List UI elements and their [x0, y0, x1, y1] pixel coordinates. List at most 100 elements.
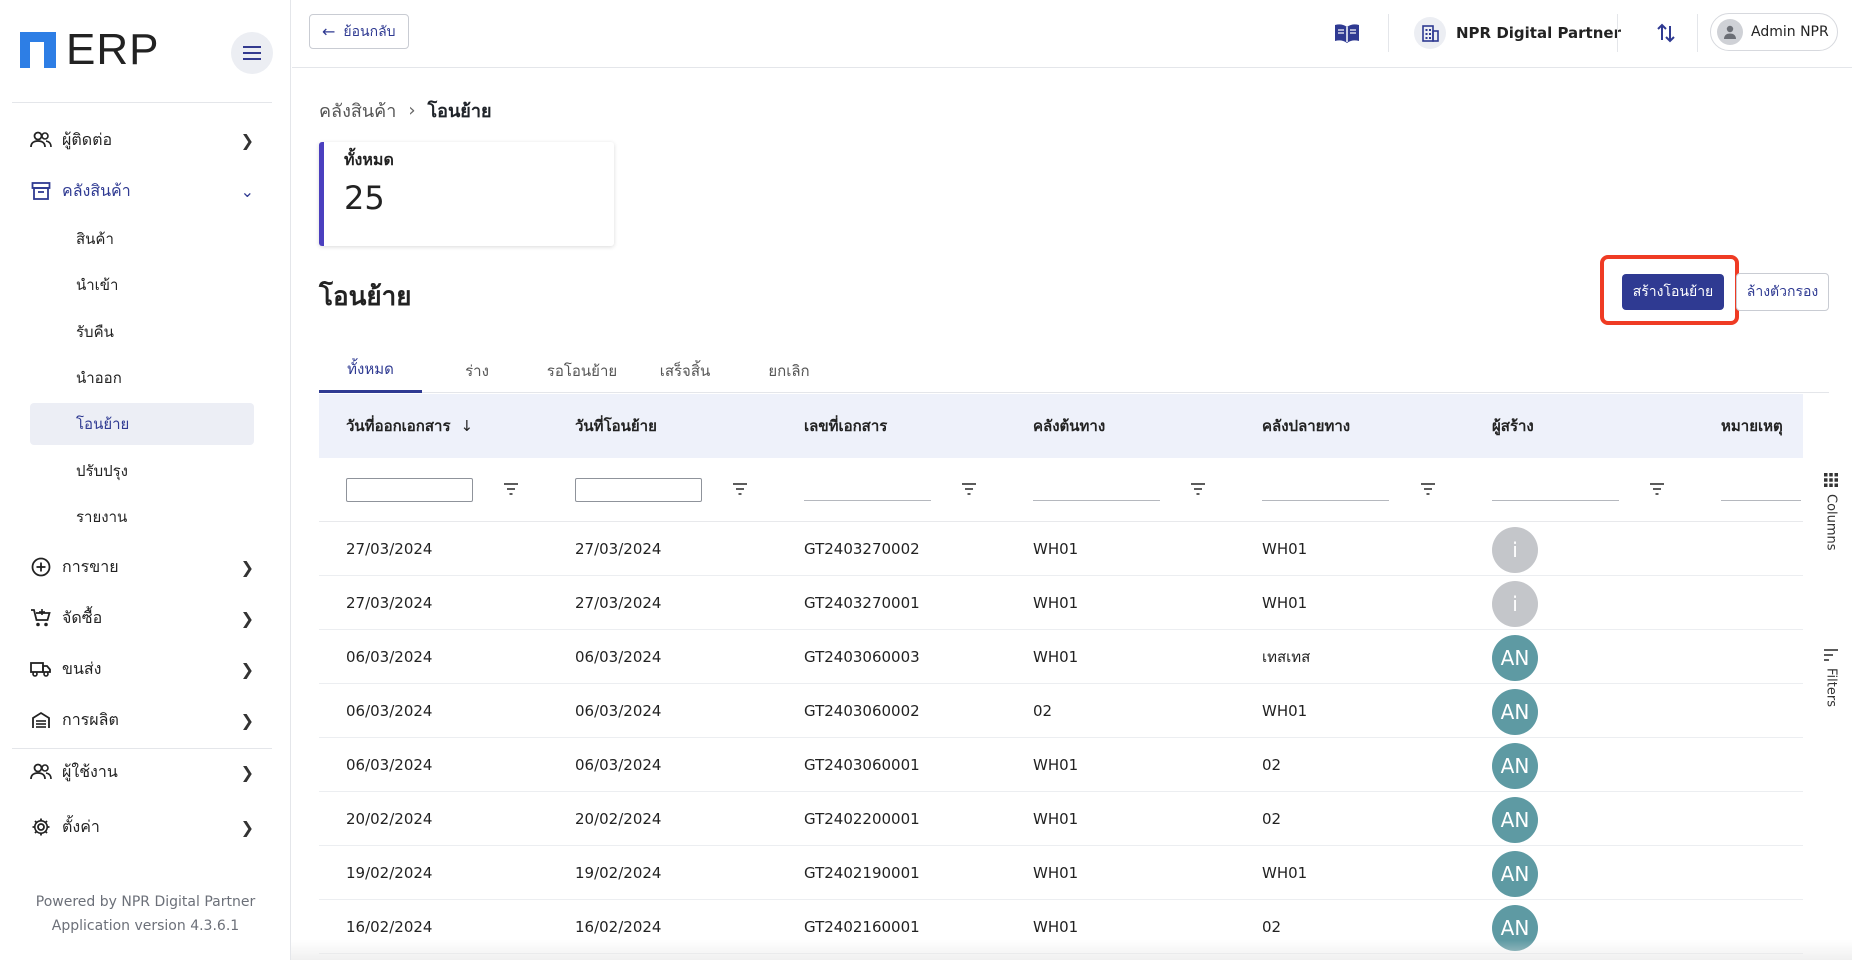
source-cell: WH01	[1033, 810, 1079, 828]
breadcrumb: คลังสินค้า › โอนย้าย	[319, 96, 492, 125]
clear-filter-button[interactable]: ล้างตัวกรอง	[1736, 273, 1829, 311]
chevron-right-icon: ❯	[240, 762, 254, 782]
column-header-doc-no[interactable]: เลขที่เอกสาร	[804, 394, 887, 458]
topbar-divider	[1697, 14, 1698, 52]
issue-date-cell: 06/03/2024	[346, 702, 433, 720]
table-row[interactable]: 06/03/2024 06/03/2024 GT2403060002 02 WH…	[319, 684, 1803, 738]
user-menu-button[interactable]: Admin NPR	[1710, 13, 1838, 51]
sidebar-subitem-products[interactable]: สินค้า	[30, 218, 254, 260]
swap-vertical-icon[interactable]	[1651, 18, 1681, 48]
app-logo[interactable]: ERP	[20, 28, 159, 72]
stat-value: 25	[344, 179, 385, 217]
destination-cell: WH01	[1262, 864, 1308, 882]
tab-cancelled[interactable]: ยกเลิก	[744, 348, 834, 393]
sidebar-item-purchase[interactable]: จัดซื้อ ❯	[30, 596, 262, 640]
menu-toggle-button[interactable]	[231, 32, 273, 74]
users-icon	[30, 761, 52, 783]
table-row[interactable]: 19/02/2024 19/02/2024 GT2402190001 WH01 …	[319, 846, 1803, 900]
sidebar-subitem-returns[interactable]: รับคืน	[30, 311, 254, 353]
table-row[interactable]: 20/02/2024 20/02/2024 GT2402200001 WH01 …	[319, 792, 1803, 846]
manual-book-icon[interactable]	[1332, 18, 1362, 48]
filters-panel-toggle[interactable]: Filters	[1820, 648, 1842, 728]
sidebar: ERP ผู้ติดต่อ ❯ คลังสินค้า ⌄ สินค้า นำเข…	[0, 0, 291, 960]
doc-no-cell[interactable]: GT2403270001	[804, 576, 920, 630]
doc-no-filter-input[interactable]	[804, 500, 931, 501]
sidebar-item-label: ตั้งค่า	[62, 816, 100, 836]
destination-cell: WH01	[1262, 702, 1308, 720]
doc-no-cell[interactable]: GT2403270002	[804, 522, 920, 576]
doc-no-cell[interactable]: GT2403060002	[804, 684, 920, 738]
transfer-date-cell: 06/03/2024	[575, 756, 662, 774]
creator-avatar: AN	[1492, 689, 1538, 735]
sidebar-subitem-transfer[interactable]: โอนย้าย	[30, 403, 254, 445]
columns-label: Columns	[1823, 494, 1839, 551]
sidebar-item-warehouse[interactable]: คลังสินค้า ⌄	[30, 169, 262, 213]
doc-no-cell[interactable]: GT2403060003	[804, 630, 920, 684]
breadcrumb-parent[interactable]: คลังสินค้า	[319, 96, 396, 125]
column-label: วันที่ออกเอกสาร	[346, 417, 451, 435]
destination-cell: WH01	[1262, 594, 1308, 612]
filter-icon[interactable]	[732, 482, 748, 496]
sidebar-subitem-adjust[interactable]: ปรับปรุง	[30, 450, 254, 492]
filter-icon[interactable]	[1649, 482, 1665, 496]
topbar-divider	[1617, 14, 1618, 52]
doc-no-cell[interactable]: GT2403060001	[804, 738, 920, 792]
sidebar-item-settings[interactable]: ตั้งค่า ❯	[30, 805, 262, 849]
source-filter-input[interactable]	[1033, 500, 1160, 501]
doc-no-cell[interactable]: GT2402190001	[804, 846, 920, 900]
column-header-creator[interactable]: ผู้สร้าง	[1492, 394, 1534, 458]
issue-date-cell: 06/03/2024	[346, 648, 433, 666]
column-header-issue-date[interactable]: วันที่ออกเอกสาร ↓	[346, 394, 473, 458]
create-transfer-button[interactable]: สร้างโอนย้าย	[1622, 274, 1724, 310]
sidebar-item-contacts[interactable]: ผู้ติดต่อ ❯	[30, 118, 262, 162]
sidebar-item-label: จัดซื้อ	[62, 607, 103, 627]
creator-filter-input[interactable]	[1492, 500, 1619, 501]
table-row[interactable]: 06/03/2024 06/03/2024 GT2403060003 WH01 …	[319, 630, 1803, 684]
sidebar-subitem-report[interactable]: รายงาน	[30, 496, 254, 538]
table-row[interactable]: 27/03/2024 27/03/2024 GT2403270002 WH01 …	[319, 522, 1803, 576]
gear-icon	[30, 816, 52, 838]
sidebar-item-label: ขนส่ง	[62, 658, 102, 678]
tab-completed[interactable]: เสร็จสิ้น	[642, 348, 728, 393]
filter-icon[interactable]	[503, 482, 519, 496]
filter-icon[interactable]	[1420, 482, 1436, 496]
tab-all[interactable]: ทั้งหมด	[319, 348, 422, 393]
tab-draft[interactable]: ร่าง	[442, 348, 512, 393]
sidebar-subitem-export[interactable]: นำออก	[30, 357, 254, 399]
back-button[interactable]: ← ย้อนกลับ	[309, 14, 409, 49]
issue-date-cell: 20/02/2024	[346, 810, 433, 828]
transfer-date-filter-input[interactable]	[575, 478, 702, 502]
column-header-destination[interactable]: คลังปลายทาง	[1262, 394, 1350, 458]
company-switcher[interactable]: NPR Digital Partner	[1414, 14, 1621, 52]
chevron-right-icon: ❯	[240, 659, 254, 679]
creator-avatar: AN	[1492, 635, 1538, 681]
filter-icon[interactable]	[961, 482, 977, 496]
destination-filter-input[interactable]	[1262, 500, 1389, 501]
logo-mark-icon	[20, 32, 58, 68]
sidebar-item-logistics[interactable]: ขนส่ง ❯	[30, 647, 262, 691]
sidebar-divider	[12, 748, 272, 749]
creator-avatar: i	[1492, 527, 1538, 573]
filter-icon[interactable]	[1190, 482, 1206, 496]
note-filter-input[interactable]	[1721, 500, 1801, 501]
issue-date-filter-input[interactable]	[346, 478, 473, 502]
column-header-note[interactable]: หมายเหตุ	[1721, 394, 1783, 458]
sidebar-divider	[12, 102, 272, 103]
purchase-icon	[30, 607, 52, 629]
sidebar-subitem-import[interactable]: นำเข้า	[30, 264, 254, 306]
footer-powered-by: Powered by NPR Digital Partner	[35, 894, 256, 910]
back-button-label: ย้อนกลับ	[343, 23, 396, 40]
footer-app-version: Application version 4.3.6.1	[51, 918, 240, 934]
transfer-date-cell: 19/02/2024	[575, 864, 662, 882]
sidebar-item-sales[interactable]: การขาย ❯	[30, 545, 262, 589]
tab-pending[interactable]: รอโอนย้าย	[532, 348, 632, 393]
truck-icon	[30, 658, 52, 680]
columns-panel-toggle[interactable]: Columns	[1820, 472, 1842, 562]
column-header-transfer-date[interactable]: วันที่โอนย้าย	[575, 394, 657, 458]
sidebar-item-production[interactable]: การผลิต ❯	[30, 698, 262, 742]
table-row[interactable]: 06/03/2024 06/03/2024 GT2403060001 WH01 …	[319, 738, 1803, 792]
column-header-source[interactable]: คลังต้นทาง	[1033, 394, 1105, 458]
doc-no-cell[interactable]: GT2402200001	[804, 792, 920, 846]
sidebar-item-users[interactable]: ผู้ใช้งาน ❯	[30, 750, 262, 794]
table-row[interactable]: 27/03/2024 27/03/2024 GT2403270001 WH01 …	[319, 576, 1803, 630]
